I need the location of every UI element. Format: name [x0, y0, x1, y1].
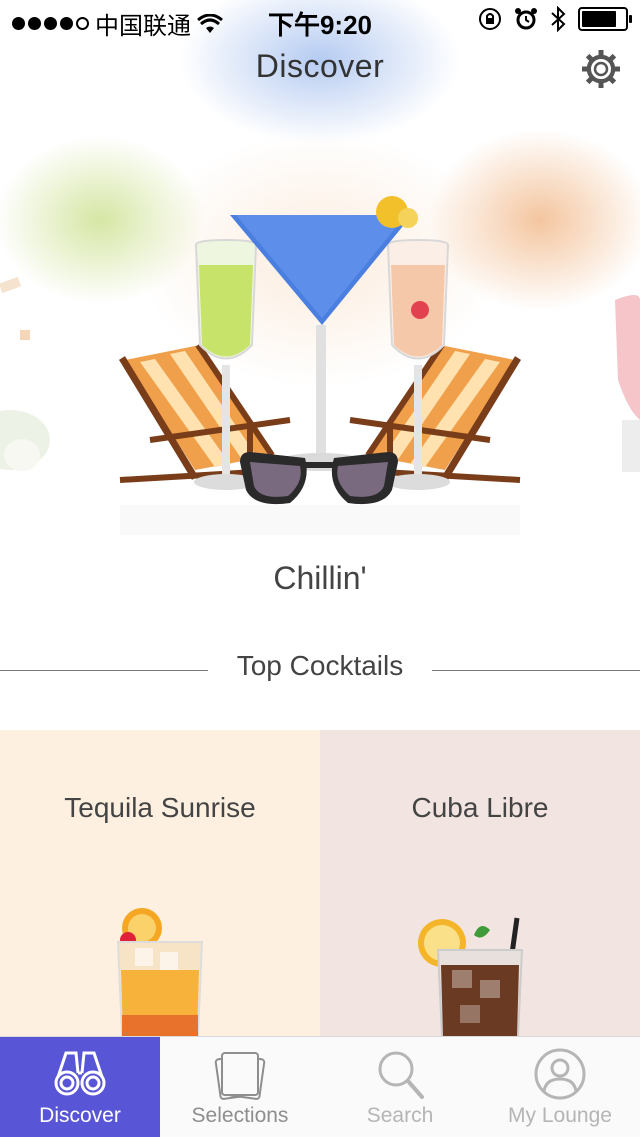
tab-bar: Discover Selections Search My Lounge [0, 1036, 640, 1137]
divider-line-right [432, 670, 640, 671]
tab-label: Search [366, 1104, 434, 1127]
status-bar: 中国联通 下午9:20 [0, 0, 640, 40]
section-title: Top Cocktails [236, 650, 404, 681]
hero-caption[interactable]: Chillin' [0, 560, 640, 597]
cocktail-card-cuba-libre[interactable]: Cuba Libre [320, 730, 640, 1036]
gear-icon[interactable] [578, 46, 624, 92]
page-title: Discover [255, 48, 385, 84]
section-header: Top Cocktails [0, 644, 640, 694]
navigation-bar: Discover [0, 40, 640, 108]
tab-label: Selections [191, 1104, 289, 1127]
tab-label: My Lounge [508, 1104, 612, 1127]
magnifier-icon [378, 1051, 424, 1099]
cocktail-card-tequila-sunrise[interactable]: Tequila Sunrise [0, 730, 320, 1036]
rotation-lock-icon [479, 8, 501, 30]
top-cocktails-list: Tequila Sunrise Cuba Libre [0, 730, 640, 1036]
tab-my-lounge[interactable]: My Lounge [480, 1037, 640, 1137]
status-right [478, 6, 632, 32]
battery-icon [578, 7, 632, 31]
tab-selections[interactable]: Selections [160, 1037, 320, 1137]
bluetooth-icon [551, 6, 566, 32]
tab-discover[interactable]: Discover [0, 1037, 160, 1137]
tab-label: Discover [39, 1104, 121, 1127]
binoculars-icon [54, 1051, 106, 1096]
cocktail-glass-image [418, 917, 524, 1036]
tab-search[interactable]: Search [320, 1037, 480, 1137]
cards-stack-icon [214, 1052, 266, 1100]
user-circle-icon [534, 1048, 586, 1100]
alarm-icon [515, 8, 537, 30]
cocktail-glass-image [116, 908, 204, 1036]
